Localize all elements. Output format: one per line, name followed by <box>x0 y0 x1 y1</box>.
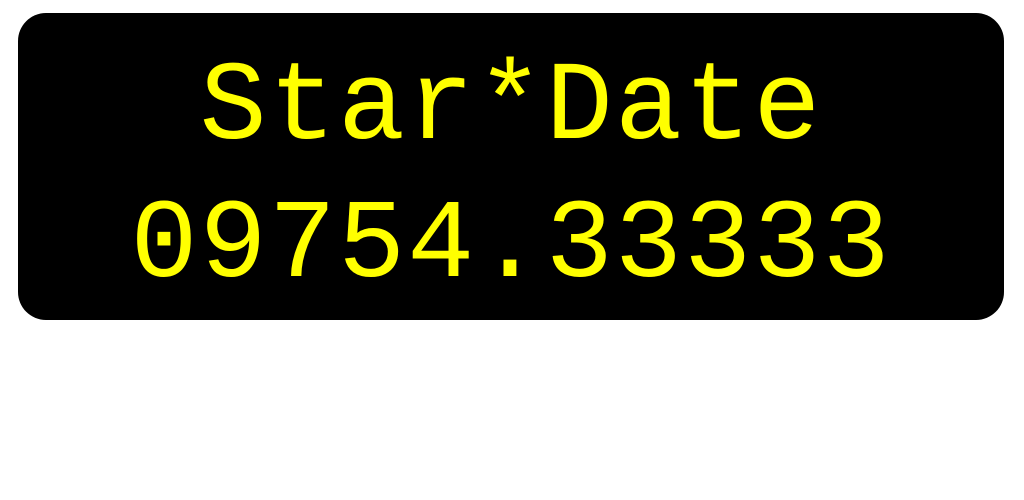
stardate-value: 09754.33333 <box>130 183 892 310</box>
stardate-title: Star*Date <box>199 45 823 172</box>
stardate-display-panel: Star*Date 09754.33333 <box>18 13 1004 320</box>
